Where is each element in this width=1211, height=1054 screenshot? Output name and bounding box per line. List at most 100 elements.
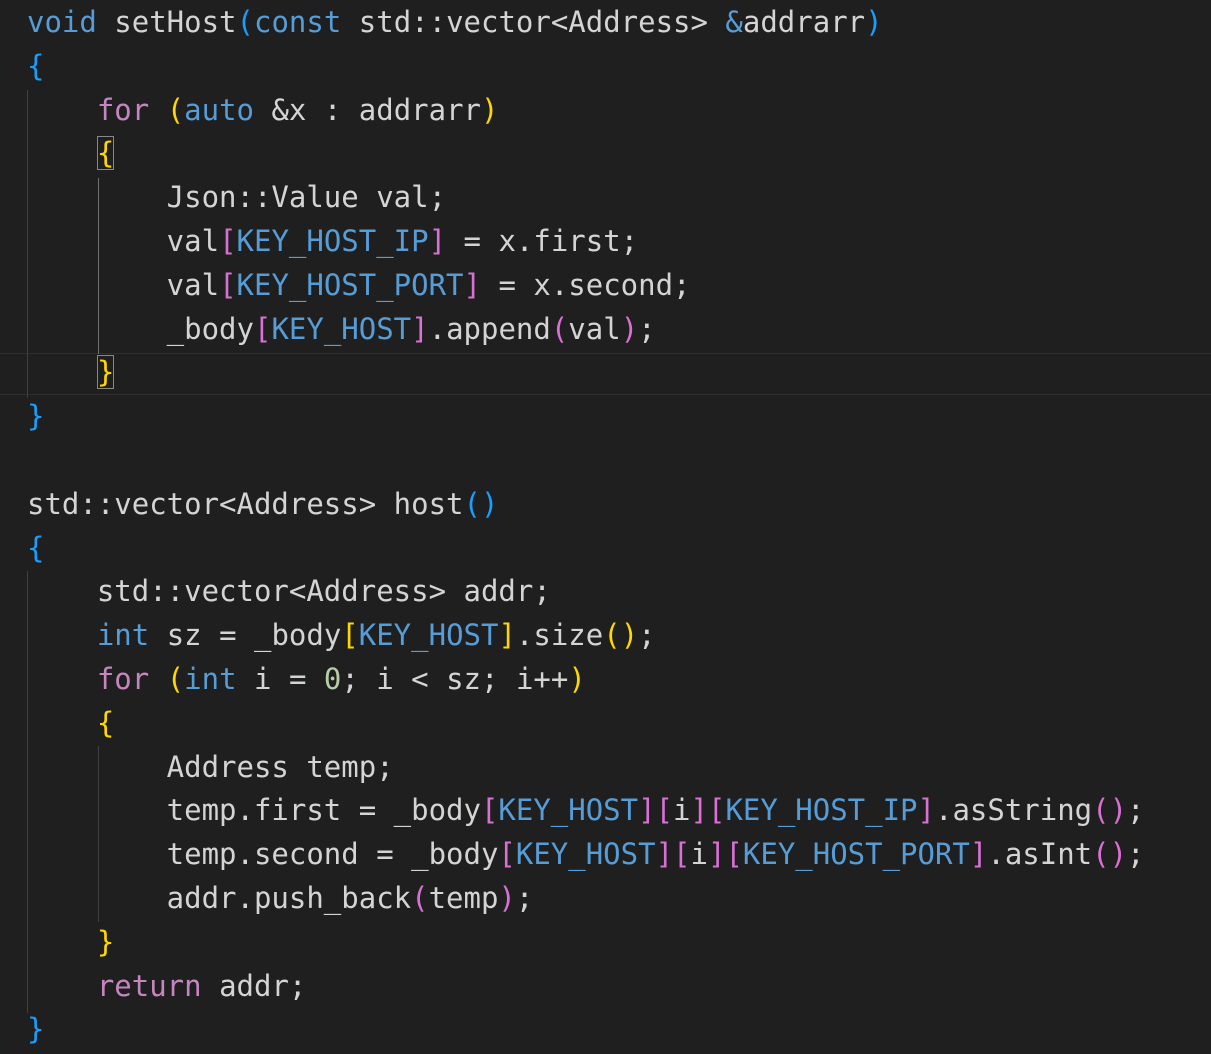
code-token: std::vector<Address> addr;	[27, 574, 551, 609]
code-token-b2: [	[707, 793, 726, 828]
code-line[interactable]: Address temp;	[27, 746, 394, 790]
code-line[interactable]: }	[27, 351, 115, 395]
code-token-b1: }	[96, 924, 115, 959]
code-token-b2: [	[725, 837, 743, 872]
code-token-b2: [	[655, 793, 674, 828]
code-line[interactable]: _body[KEY_HOST].append(val);	[27, 308, 656, 352]
code-token-b3: ()	[463, 486, 499, 521]
code-token-b1: )	[481, 92, 499, 127]
code-token: setHost	[96, 5, 237, 39]
code-line[interactable]: std::vector<Address> host()	[27, 483, 498, 527]
code-token-b2: [	[673, 837, 691, 872]
code-token-kw: auto	[184, 92, 255, 127]
code-token-b3: }	[27, 1012, 45, 1047]
code-line[interactable]: {	[27, 45, 44, 89]
code-token-kw: &	[725, 5, 743, 39]
code-token-b2: ]	[917, 793, 935, 828]
code-token-b2: [	[498, 837, 516, 872]
code-token-kw: KEY_HOST_IP	[236, 224, 429, 258]
code-token: std::vector<Address> host	[27, 486, 464, 521]
code-line[interactable]: return addr;	[27, 965, 307, 1009]
code-line[interactable]: std::vector<Address> addr;	[27, 570, 551, 614]
code-token: ;	[638, 311, 656, 346]
code-token-b2: ()	[1092, 837, 1128, 872]
code-token: ; i < sz; i++	[341, 662, 569, 696]
code-token-b2: )	[498, 881, 516, 915]
code-token: = x.first;	[446, 224, 639, 258]
code-token: addrarr	[742, 5, 866, 39]
code-token-b2: (	[550, 311, 569, 346]
code-token: &x : addrarr	[254, 92, 481, 127]
code-token: Address temp;	[27, 749, 394, 784]
code-line[interactable]: for (int i = 0; i < sz; i++)	[27, 658, 586, 702]
code-token-kw: const	[254, 5, 342, 39]
code-editor[interactable]: void setHost(const std::vector<Address> …	[0, 0, 1211, 1054]
code-token-b2: ]	[411, 311, 429, 346]
code-line[interactable]: }	[27, 921, 114, 965]
code-token: .append	[428, 311, 551, 346]
code-token-kw: int	[184, 662, 237, 696]
code-line[interactable]: }	[27, 395, 44, 439]
code-token: val	[568, 311, 621, 346]
code-line[interactable]: Json::Value val;	[27, 176, 446, 220]
current-line-highlight	[0, 353, 1211, 395]
code-token-b2: ]	[707, 837, 726, 872]
code-token-b1: {	[96, 705, 115, 740]
code-line[interactable]: {	[27, 702, 114, 746]
code-token-b1: {	[96, 136, 115, 171]
code-token-kw: KEY_HOST_IP	[725, 793, 918, 828]
code-token: val	[27, 267, 220, 302]
code-line[interactable]: val[KEY_HOST_IP] = x.first;	[27, 220, 638, 264]
code-token-kw: KEY_HOST_PORT	[742, 837, 970, 872]
code-token-b2: ]	[690, 793, 708, 828]
code-token-b2: [	[253, 311, 272, 346]
code-token-b2: )	[620, 311, 639, 346]
code-token-b2: ]	[463, 267, 481, 302]
code-token: sz = _body	[149, 618, 342, 653]
code-token-b1: ()	[603, 618, 639, 653]
code-token-kw: KEY_HOST	[515, 837, 656, 872]
code-line[interactable]: temp.second = _body[KEY_HOST][i][KEY_HOS…	[27, 833, 1145, 877]
code-token: ;	[1127, 793, 1145, 828]
code-line[interactable]: {	[27, 132, 115, 176]
code-token-b2: [	[219, 267, 237, 302]
code-token: .asInt	[987, 837, 1093, 872]
code-token-b2: ]	[655, 837, 674, 872]
code-token-b3: {	[27, 48, 45, 83]
code-token: temp.second = _body	[27, 837, 499, 872]
code-token: i	[690, 837, 708, 872]
code-token-kw: KEY_HOST	[271, 311, 412, 346]
code-line[interactable]: {	[27, 527, 44, 571]
code-line[interactable]: int sz = _body[KEY_HOST].size();	[27, 614, 656, 658]
code-line[interactable]: val[KEY_HOST_PORT] = x.second;	[27, 264, 691, 308]
code-token: std::vector<Address>	[341, 5, 726, 39]
code-token-b2: ]	[638, 793, 656, 828]
code-line[interactable]: void setHost(const std::vector<Address> …	[27, 1, 883, 45]
code-line[interactable]: }	[27, 1008, 44, 1052]
code-token-ctl: for	[96, 92, 150, 127]
code-token-kw: KEY_HOST	[498, 793, 639, 828]
code-token: temp.first = _body	[27, 793, 481, 828]
code-token: = x.second;	[480, 267, 691, 302]
code-token: .size	[515, 618, 604, 653]
code-token-b2: ]	[428, 224, 447, 258]
code-token-b3: {	[27, 530, 45, 565]
code-token-b2: ]	[969, 837, 988, 872]
code-token-kw: int	[96, 618, 150, 653]
code-line[interactable]: addr.push_back(temp);	[27, 877, 534, 921]
code-token: val	[27, 224, 220, 258]
code-token-b2: [	[219, 224, 237, 258]
code-line[interactable]: for (auto &x : addrarr)	[27, 89, 499, 133]
code-token-ctl: for	[96, 662, 150, 696]
code-token-b1: [	[341, 618, 359, 653]
code-token: i	[673, 793, 691, 828]
code-token: i =	[236, 662, 324, 696]
code-line[interactable]: temp.first = _body[KEY_HOST][i][KEY_HOST…	[27, 789, 1145, 833]
code-token: .asString	[934, 793, 1093, 828]
